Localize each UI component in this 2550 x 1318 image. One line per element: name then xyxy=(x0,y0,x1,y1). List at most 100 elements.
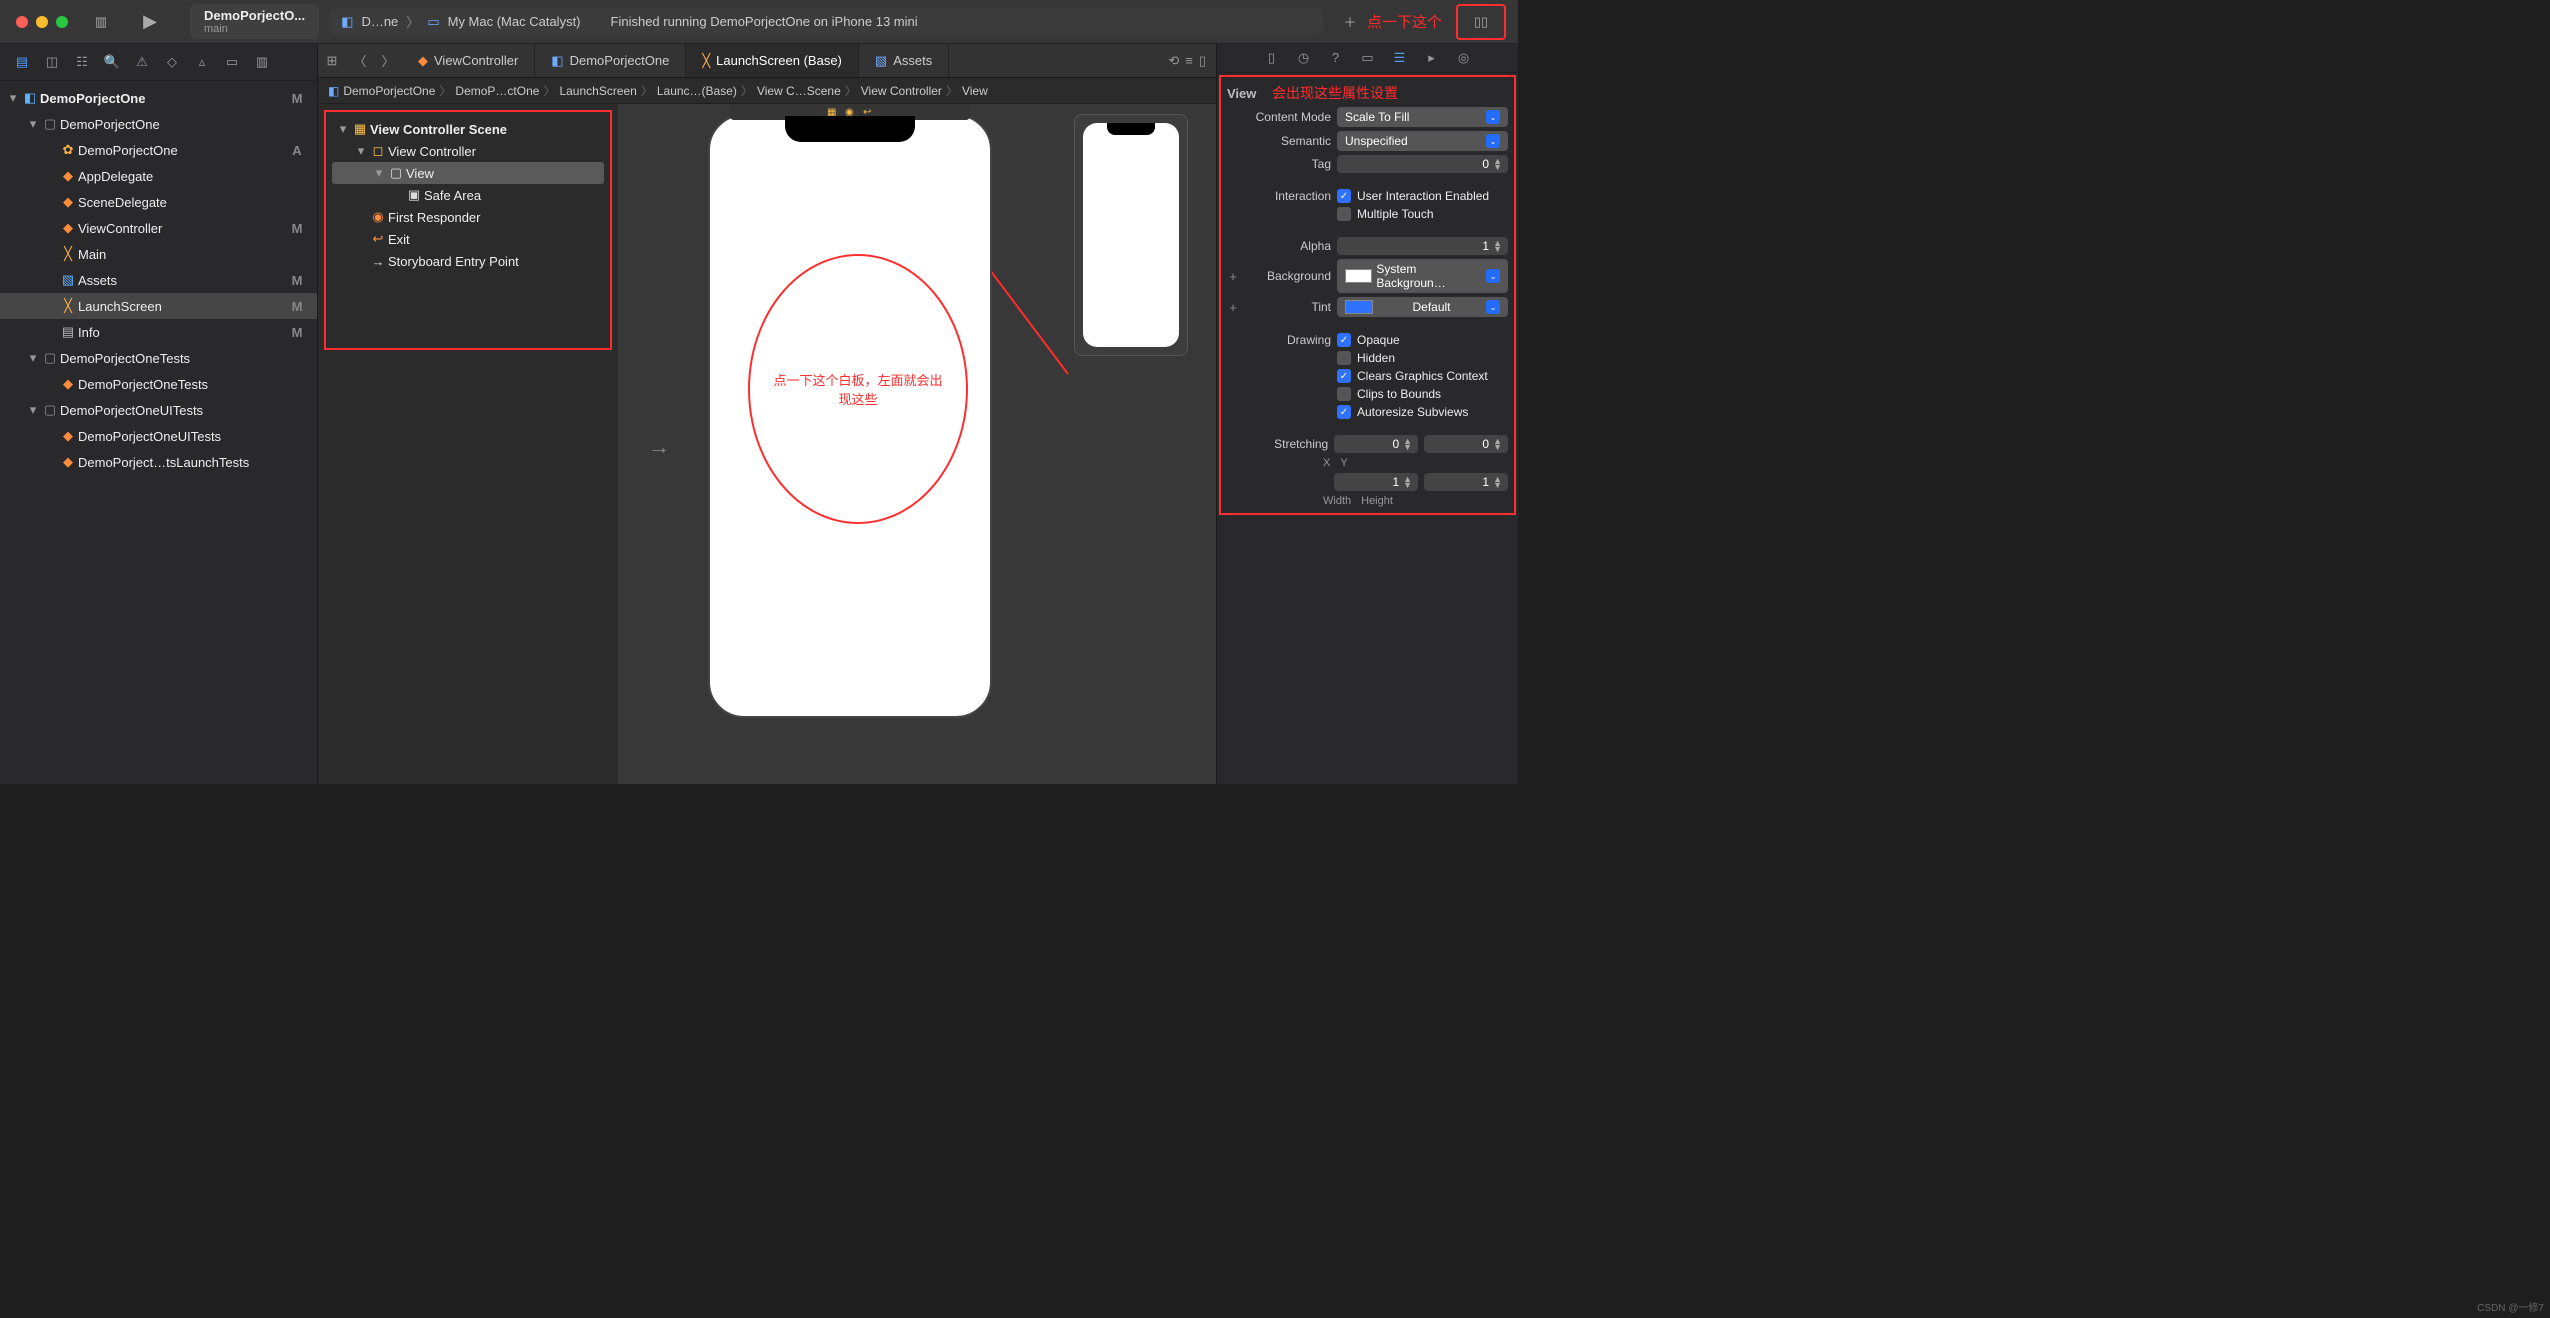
tree-item[interactable]: ◆DemoPorjectOneTests xyxy=(0,371,317,397)
tree-item[interactable]: ◆SceneDelegate xyxy=(0,189,317,215)
annotation-box-top: ▯▯ xyxy=(1456,4,1506,40)
tree-item[interactable]: ◆ViewControllerM xyxy=(0,215,317,241)
ib-canvas[interactable]: ▦◉↩ 点一下这个白板，左面就会出现这些 → xyxy=(618,104,1216,784)
section-title: View xyxy=(1227,86,1256,101)
stretch-w[interactable]: 1▲▼ xyxy=(1334,473,1418,491)
toggle-inspector-icon[interactable]: ▯▯ xyxy=(1467,8,1495,36)
tree-item[interactable]: ◆AppDelegate xyxy=(0,163,317,189)
drawing-checkbox[interactable]: ✓ xyxy=(1337,333,1351,347)
project-nav-icon[interactable]: ▤ xyxy=(10,50,34,74)
run-button[interactable]: ▶ xyxy=(136,8,164,36)
tree-root[interactable]: ▾◧ DemoPorjectOne M xyxy=(0,85,317,111)
debug-nav-icon[interactable]: ▵ xyxy=(190,50,214,74)
size-insp-icon[interactable]: ▸ xyxy=(1421,50,1443,66)
editor-tab[interactable]: ╳LaunchScreen (Base) xyxy=(686,44,859,77)
device[interactable]: My Mac (Mac Catalyst) xyxy=(448,14,581,29)
outline-row[interactable]: →Storyboard Entry Point xyxy=(332,250,604,272)
identity-insp-icon[interactable]: ▭ xyxy=(1357,50,1379,66)
related-items-icon[interactable]: ⊞ xyxy=(318,53,346,69)
inspector: ▯ ◷ ? ▭ ☰ ▸ ◎ View 会出现这些属性设置 Content Mod… xyxy=(1216,44,1518,784)
watermark: CSDN @一修7 xyxy=(2477,1299,2544,1314)
jump-segment[interactable]: View xyxy=(962,84,988,98)
history-insp-icon[interactable]: ◷ xyxy=(1293,50,1315,66)
tree-item[interactable]: ╳Main xyxy=(0,241,317,267)
minimize-window[interactable] xyxy=(36,16,48,28)
zoom-window[interactable] xyxy=(56,16,68,28)
test-nav-icon[interactable]: ◇ xyxy=(160,50,184,74)
editor-area: ⊞ 〈 〉 ◆ViewController◧DemoPorjectOne╳Lau… xyxy=(318,44,1216,784)
drawing-checkbox[interactable] xyxy=(1337,351,1351,365)
tree-item[interactable]: ▤InfoM xyxy=(0,319,317,345)
find-nav-icon[interactable]: 🔍 xyxy=(100,50,124,74)
close-window[interactable] xyxy=(16,16,28,28)
project-tree: ▾◧ DemoPorjectOne M ▾▢DemoPorjectOne ✿De… xyxy=(0,81,317,479)
drawing-checkbox[interactable]: ✓ xyxy=(1337,369,1351,383)
jump-segment[interactable]: View C…Scene xyxy=(757,84,841,98)
tint-select[interactable]: Default⌄ xyxy=(1337,297,1508,317)
outline-row[interactable]: ▣Safe Area xyxy=(332,184,604,206)
outline-row[interactable]: ↩Exit xyxy=(332,228,604,250)
drawing-checkbox[interactable] xyxy=(1337,387,1351,401)
tree-item[interactable]: ▧AssetsM xyxy=(0,267,317,293)
jump-segment[interactable]: DemoP…ctOne xyxy=(455,84,539,98)
report-nav-icon[interactable]: ▥ xyxy=(250,50,274,74)
back-icon[interactable]: 〈 xyxy=(346,51,374,70)
user-interaction-checkbox[interactable]: ✓ xyxy=(1337,189,1351,203)
tree-item[interactable]: ▾▢DemoPorjectOneUITests xyxy=(0,397,317,423)
annotation-right: 会出现这些属性设置 xyxy=(1272,83,1398,103)
semantic-select[interactable]: Unspecified⌄ xyxy=(1337,131,1508,151)
alpha-field[interactable]: 1▲▼ xyxy=(1337,237,1508,255)
outline-row[interactable]: ◉First Responder xyxy=(332,206,604,228)
jump-bar[interactable]: ◧ DemoPorjectOne 〉 DemoP…ctOne 〉 LaunchS… xyxy=(318,78,1216,104)
outline-row[interactable]: ▾◻View Controller xyxy=(332,140,604,162)
attributes-insp-icon[interactable]: ☰ xyxy=(1389,50,1411,66)
stretch-y[interactable]: 0▲▼ xyxy=(1424,435,1508,453)
editor-tab[interactable]: ◧DemoPorjectOne xyxy=(535,44,686,77)
adjust-icon[interactable]: ≡ xyxy=(1185,53,1193,69)
jump-segment[interactable]: LaunchScreen xyxy=(559,84,636,98)
traffic-lights xyxy=(0,16,84,28)
toggle-nav-icon[interactable]: ▥ xyxy=(87,8,115,36)
content-mode-select[interactable]: Scale To Fill⌄ xyxy=(1337,107,1508,127)
stretch-x[interactable]: 0▲▼ xyxy=(1334,435,1418,453)
annotation-box-outline: ▾▦View Controller Scene ▾◻View Controlle… xyxy=(324,110,612,350)
document-outline: ▾▦View Controller Scene ▾◻View Controlle… xyxy=(318,104,618,784)
navigator: ▤ ◫ ☷ 🔍 ⚠ ◇ ▵ ▭ ▥ ▾◧ DemoPorjectOne M ▾▢… xyxy=(0,44,318,784)
background-select[interactable]: System Backgroun…⌄ xyxy=(1337,259,1508,293)
jump-segment[interactable]: Launc…(Base) xyxy=(657,84,737,98)
outline-row[interactable]: ▾▦View Controller Scene xyxy=(332,118,604,140)
tree-item[interactable]: ◆DemoPorject…tsLaunchTests xyxy=(0,449,317,475)
file-insp-icon[interactable]: ▯ xyxy=(1261,50,1283,66)
jump-segment[interactable]: View Controller xyxy=(861,84,942,98)
tree-item[interactable]: ◆DemoPorjectOneUITests xyxy=(0,423,317,449)
breakpoint-nav-icon[interactable]: ▭ xyxy=(220,50,244,74)
help-insp-icon[interactable]: ? xyxy=(1325,50,1347,66)
library-button[interactable]: ＋ xyxy=(1336,8,1364,36)
status-text: Finished running DemoPorjectOne on iPhon… xyxy=(611,14,918,29)
split-icon[interactable]: ▯ xyxy=(1199,53,1206,69)
multiple-touch-checkbox[interactable] xyxy=(1337,207,1351,221)
forward-icon[interactable]: 〉 xyxy=(374,51,402,70)
issue-nav-icon[interactable]: ⚠ xyxy=(130,50,154,74)
stretch-h[interactable]: 1▲▼ xyxy=(1424,473,1508,491)
notch xyxy=(785,116,915,142)
project-name: DemoPorjectO... xyxy=(204,8,305,23)
refresh-icon[interactable]: ⟲ xyxy=(1168,53,1179,69)
scheme[interactable]: D…ne xyxy=(361,14,398,29)
outline-row[interactable]: ▾▢View xyxy=(332,162,604,184)
minimap[interactable] xyxy=(1074,114,1188,356)
scheme-selector[interactable]: DemoPorjectO... main xyxy=(190,4,319,39)
tree-item[interactable]: ▾▢DemoPorjectOneTests xyxy=(0,345,317,371)
drawing-checkbox[interactable]: ✓ xyxy=(1337,405,1351,419)
editor-tab[interactable]: ◆ViewController xyxy=(402,44,535,77)
editor-tab[interactable]: ▧Assets xyxy=(859,44,949,77)
tree-item[interactable]: ✿DemoPorjectOneA xyxy=(0,137,317,163)
jump-segment[interactable]: DemoPorjectOne xyxy=(343,84,435,98)
tag-field[interactable]: 0▲▼ xyxy=(1337,155,1508,173)
tab-bar: ⊞ 〈 〉 ◆ViewController◧DemoPorjectOne╳Lau… xyxy=(318,44,1216,78)
tree-item[interactable]: ╳LaunchScreenM xyxy=(0,293,317,319)
connections-insp-icon[interactable]: ◎ xyxy=(1453,50,1475,66)
source-control-nav-icon[interactable]: ◫ xyxy=(40,50,64,74)
symbol-nav-icon[interactable]: ☷ xyxy=(70,50,94,74)
tree-item[interactable]: ▾▢DemoPorjectOne xyxy=(0,111,317,137)
